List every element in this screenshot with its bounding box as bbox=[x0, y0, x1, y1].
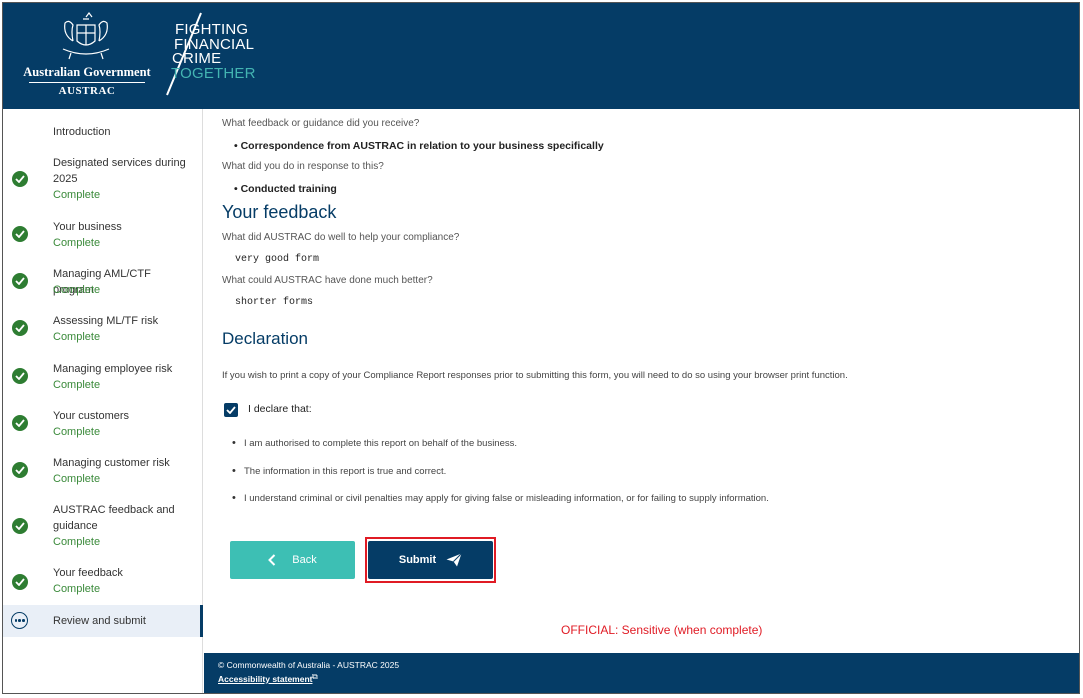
sidebar-item-your-customers[interactable]: Your customers Complete bbox=[3, 408, 203, 442]
declaration-bullet: The information in this report is true a… bbox=[232, 465, 446, 477]
send-icon bbox=[446, 553, 462, 567]
sidebar-item-label: Assessing ML/TF risk bbox=[53, 315, 159, 327]
chevron-left-icon bbox=[268, 554, 276, 566]
sidebar-item-status: Complete bbox=[53, 237, 101, 249]
tagline-line-4: TOGETHER bbox=[171, 64, 256, 82]
question-do-better: What could AUSTRAC have done much better… bbox=[222, 275, 433, 286]
declaration-bullet: I understand criminal or civil penalties… bbox=[232, 492, 769, 504]
sidebar-item-status: Complete bbox=[53, 473, 101, 485]
sidebar-item-label: Managing employee risk bbox=[53, 363, 173, 375]
sidebar-item-employee-risk[interactable]: Managing employee risk Complete bbox=[3, 361, 203, 395]
question-did-well: What did AUSTRAC do well to help your co… bbox=[222, 232, 460, 243]
classification-notice: OFFICIAL: Sensitive (when complete) bbox=[561, 623, 763, 637]
in-progress-icon bbox=[11, 612, 28, 629]
sidebar-item-status: Complete bbox=[53, 426, 101, 438]
sidebar-item-label: Your customers bbox=[53, 410, 130, 422]
question-feedback-received: What feedback or guidance did you receiv… bbox=[222, 118, 420, 129]
sidebar-item-label: Managing customer risk bbox=[53, 457, 170, 469]
agency-name: AUSTRAC bbox=[58, 85, 116, 97]
answer-response: • Conducted training bbox=[234, 183, 337, 195]
government-name: Australian Government bbox=[23, 65, 151, 79]
complete-check-icon bbox=[12, 462, 28, 478]
progress-sidebar: Introduction Designated services during … bbox=[3, 109, 203, 693]
sidebar-item-label: AUSTRAC feedback and guidance bbox=[53, 504, 175, 532]
declare-label[interactable]: I declare that: bbox=[248, 403, 312, 415]
question-response: What did you do in response to this? bbox=[222, 161, 384, 172]
australian-government-logo[interactable]: Australian Government AUSTRAC bbox=[17, 9, 157, 103]
sidebar-item-label: Your business bbox=[53, 221, 122, 233]
back-button[interactable]: Back bbox=[230, 541, 355, 579]
sidebar-item-designated-services[interactable]: Designated services during 2025 Complete bbox=[3, 155, 203, 205]
complete-check-icon bbox=[12, 415, 28, 431]
complete-check-icon bbox=[12, 320, 28, 336]
complete-check-icon bbox=[12, 226, 28, 242]
sidebar-item-status: Complete bbox=[53, 536, 101, 548]
app-window: Australian Government AUSTRAC FIGHTING F… bbox=[2, 2, 1080, 694]
submit-button[interactable]: Submit bbox=[368, 541, 493, 579]
your-feedback-heading: Your feedback bbox=[222, 202, 337, 222]
accessibility-statement-link[interactable]: Accessibility statement bbox=[218, 674, 312, 684]
review-content: What feedback or guidance did you receiv… bbox=[204, 109, 1079, 653]
external-link-icon: ⧉ bbox=[312, 672, 318, 681]
sidebar-item-label: Introduction bbox=[53, 126, 111, 138]
declare-checkbox[interactable] bbox=[224, 403, 238, 417]
complete-check-icon bbox=[12, 518, 28, 534]
sidebar-item-your-business[interactable]: Your business Complete bbox=[3, 219, 203, 253]
declaration-heading: Declaration bbox=[222, 329, 308, 348]
submit-button-label: Submit bbox=[398, 554, 437, 566]
declaration-bullet: I am authorised to complete this report … bbox=[232, 437, 517, 449]
checkmark-icon bbox=[226, 406, 236, 414]
print-note: If you wish to print a copy of your Comp… bbox=[222, 370, 848, 381]
sidebar-item-status: Complete bbox=[53, 284, 101, 296]
answer-did-well: very good form bbox=[235, 254, 320, 265]
complete-check-icon bbox=[12, 171, 28, 187]
coat-of-arms-icon bbox=[62, 12, 110, 60]
sidebar-item-label: Designated services during 2025 bbox=[53, 157, 186, 185]
back-button-label: Back bbox=[292, 554, 317, 566]
sidebar-item-status: Complete bbox=[53, 379, 101, 391]
complete-check-icon bbox=[12, 273, 28, 289]
sidebar-item-austrac-feedback[interactable]: AUSTRAC feedback and guidance Complete bbox=[3, 502, 203, 552]
site-footer: © Commonwealth of Australia - AUSTRAC 20… bbox=[204, 653, 1079, 693]
copyright-text: © Commonwealth of Australia - AUSTRAC 20… bbox=[218, 660, 400, 670]
sidebar-item-your-feedback[interactable]: Your feedback Complete bbox=[3, 565, 203, 599]
answer-do-better: shorter forms bbox=[235, 297, 314, 308]
sidebar-item-label: Your feedback bbox=[53, 567, 123, 579]
sidebar-item-introduction[interactable]: Introduction bbox=[3, 121, 203, 145]
sidebar-item-status: Complete bbox=[53, 583, 101, 595]
sidebar-item-label: Review and submit bbox=[53, 615, 146, 627]
sidebar-item-status: Complete bbox=[53, 331, 101, 343]
fighting-financial-crime-logo: FIGHTING FINANCIAL CRIME TOGETHER bbox=[171, 22, 256, 81]
sidebar-item-status: Complete bbox=[53, 189, 101, 201]
complete-check-icon bbox=[12, 368, 28, 384]
answer-feedback-received: • Correspondence from AUSTRAC in relatio… bbox=[234, 140, 604, 152]
sidebar-item-managing-amlctf[interactable]: Managing AML/CTF program Complete bbox=[3, 266, 203, 300]
site-header: Australian Government AUSTRAC FIGHTING F… bbox=[3, 3, 1079, 109]
sidebar-item-customer-risk[interactable]: Managing customer risk Complete bbox=[3, 455, 203, 489]
complete-check-icon bbox=[12, 574, 28, 590]
logo-divider bbox=[29, 82, 145, 83]
sidebar-item-assessing-risk[interactable]: Assessing ML/TF risk Complete bbox=[3, 313, 203, 347]
sidebar-item-review-submit[interactable]: Review and submit bbox=[3, 605, 203, 637]
